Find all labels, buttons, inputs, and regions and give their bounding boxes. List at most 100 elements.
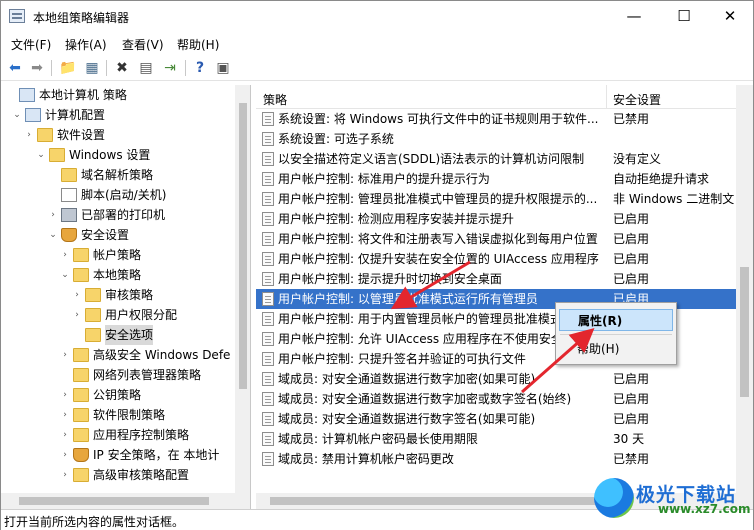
export-list-icon[interactable]: ⇥ [161,59,179,77]
scrollbar-thumb[interactable] [740,267,749,397]
collapse-arrow-icon[interactable]: › [59,385,71,405]
expand-arrow-icon[interactable]: ⌄ [47,225,59,245]
collapse-arrow-icon[interactable]: › [59,245,71,265]
tree-item[interactable]: › 公钥策略 [59,385,141,405]
policy-row[interactable]: 用户帐户控制: 以管理员批准模式运行所有管理员 已启用 [256,289,753,309]
tree-item-label: 软件设置 [57,128,106,142]
tree-item[interactable]: ⌄ 本地策略 [59,265,141,285]
menu-file[interactable]: 文件(F) [11,36,51,53]
policy-row[interactable]: 用户帐户控制: 管理员批准模式中管理员的提升权限提示的... 非 Windows … [256,189,753,209]
tree-item[interactable]: ⌄ 计算机配置 [11,105,105,125]
tree-item[interactable]: ⌄ Windows 设置 [35,145,150,165]
forward-icon[interactable]: ➡ [28,59,46,77]
tree-item[interactable]: › 软件设置 [23,125,105,145]
expand-arrow-icon[interactable]: ⌄ [35,145,47,165]
collapse-arrow-icon[interactable]: › [71,305,83,325]
context-menu: 属性(R) 帮助(H) [555,302,677,365]
menu-action[interactable]: 操作(A) [65,36,107,53]
show-hide-tree-icon[interactable]: ▦ [83,59,101,77]
tree-horizontal-scrollbar[interactable] [1,493,235,509]
policy-row[interactable]: 用户帐户控制: 标准用户的提升提示行为 自动拒绝提升请求 [256,169,753,189]
column-divider[interactable] [606,85,607,109]
close-button[interactable]: ✕ [707,1,753,32]
minimize-button[interactable]: — [611,1,657,32]
printer-icon [61,208,77,222]
policy-row[interactable]: 用户帐户控制: 将文件和注册表写入错误虚拟化到每用户位置 已启用 [256,229,753,249]
tree-item[interactable]: › 高级安全 Windows Defe [59,345,230,365]
tree-item[interactable]: › IP 安全策略，在 本地计 [59,445,219,465]
folder-icon [73,248,89,262]
policy-icon [262,132,274,146]
policy-name: 以安全描述符定义语言(SDDL)语法表示的计算机访问限制 [278,152,585,166]
tree-item-label: 域名解析策略 [81,168,154,182]
scrollbar-thumb[interactable] [270,497,600,505]
policy-row[interactable]: 域成员: 对安全通道数据进行数字加密(如果可能) 已启用 [256,369,753,389]
policy-icon [262,372,274,386]
column-security-setting[interactable]: 安全设置 [613,91,661,108]
expand-arrow-icon[interactable]: ⌄ [11,105,23,125]
expand-arrow-icon[interactable]: ⌄ [59,265,71,285]
scrollbar-thumb[interactable] [239,103,247,389]
context-separator [560,334,672,335]
tree-item[interactable]: › 应用程序控制策略 [59,425,189,445]
policy-icon [262,312,274,326]
policy-row[interactable]: 域成员: 对安全通道数据进行数字加密或数字签名(始终) 已启用 [256,389,753,409]
policy-name: 域成员: 计算机帐户密码最长使用期限 [278,432,478,446]
collapse-arrow-icon[interactable]: › [59,465,71,485]
up-folder-icon[interactable]: 📁 [59,59,77,77]
tree-item[interactable]: 脚本(启动/关机) [47,185,166,205]
context-properties[interactable]: 属性(R) [559,309,673,331]
policy-row[interactable]: 用户帐户控制: 只提升签名并验证的可执行文件已禁用 [256,349,753,369]
tree-item[interactable]: › 高级审核策略配置 [59,465,189,485]
folder-icon [85,288,101,302]
policy-row[interactable]: 系统设置: 将 Windows 可执行文件中的证书规则用于软件... 已禁用 [256,109,753,129]
tree-item[interactable]: ⌄ 安全设置 [47,225,129,245]
policy-row[interactable]: 用户帐户控制: 允许 UIAccess 应用程序在不使用安全桌面的情况下提升权限… [256,329,753,349]
collapse-arrow-icon[interactable]: › [59,405,71,425]
toolbar-separator [51,60,52,76]
policy-row[interactable]: 域成员: 计算机帐户密码最长使用期限 30 天 [256,429,753,449]
maximize-button[interactable]: ☐ [661,1,707,32]
collapse-arrow-icon[interactable]: › [59,425,71,445]
watermark-url: www.xz7.com [658,502,751,516]
vertical-scrollbar[interactable] [736,85,753,493]
scrollbar-thumb[interactable] [19,497,209,505]
tree-item[interactable]: › 帐户策略 [59,245,141,265]
policy-row[interactable]: 用户帐户控制: 仅提升安装在安全位置的 UIAccess 应用程序 已启用 [256,249,753,269]
context-help[interactable]: 帮助(H) [559,338,673,360]
filter-options-icon[interactable]: ▣ [214,59,232,77]
policy-icon [262,252,274,266]
tree-item[interactable]: › 软件限制策略 [59,405,165,425]
tree-vertical-scrollbar[interactable] [235,85,250,509]
properties-icon[interactable]: ▤ [137,59,155,77]
policy-name: 域成员: 对安全通道数据进行数字签名(如果可能) [278,412,536,426]
help-icon[interactable]: ? [191,59,209,77]
tree-item-label: 应用程序控制策略 [93,428,190,442]
collapse-arrow-icon[interactable]: › [59,345,71,365]
menu-view[interactable]: 查看(V) [122,36,164,53]
tree-item[interactable]: 本地计算机 策略 [5,85,127,105]
tree-item[interactable]: › 已部署的打印机 [47,205,165,225]
tree-item[interactable]: › 用户权限分配 [71,305,177,325]
column-policy[interactable]: 策略 [263,91,287,108]
policy-name: 用户帐户控制: 仅提升安装在安全位置的 UIAccess 应用程序 [278,252,599,266]
policy-row[interactable]: 域成员: 禁用计算机帐户密码更改 已禁用 [256,449,753,469]
policy-icon [262,412,274,426]
delete-icon[interactable]: ✖ [113,59,131,77]
tree-item[interactable]: 域名解析策略 [47,165,153,185]
policy-row[interactable]: 用户帐户控制: 用于内置管理员帐户的管理员批准模式已启用 [256,309,753,329]
policy-row[interactable]: 域成员: 对安全通道数据进行数字签名(如果可能) 已启用 [256,409,753,429]
tree-item[interactable]: › 审核策略 [71,285,153,305]
collapse-arrow-icon[interactable]: › [59,445,71,465]
policy-row[interactable]: 以安全描述符定义语言(SDDL)语法表示的计算机访问限制 没有定义 [256,149,753,169]
collapse-arrow-icon[interactable]: › [71,285,83,305]
policy-row[interactable]: 系统设置: 可选子系统 [256,129,753,149]
back-icon[interactable]: ⬅ [6,59,24,77]
policy-row[interactable]: 用户帐户控制: 提示提升时切换到安全桌面 已启用 [256,269,753,289]
tree-item[interactable]: 网络列表管理器策略 [59,365,201,385]
collapse-arrow-icon[interactable]: › [47,205,59,225]
menu-help[interactable]: 帮助(H) [177,36,219,53]
collapse-arrow-icon[interactable]: › [23,125,35,145]
tree-item[interactable]: 安全选项 [71,325,154,345]
policy-row[interactable]: 用户帐户控制: 检测应用程序安装并提示提升 已启用 [256,209,753,229]
